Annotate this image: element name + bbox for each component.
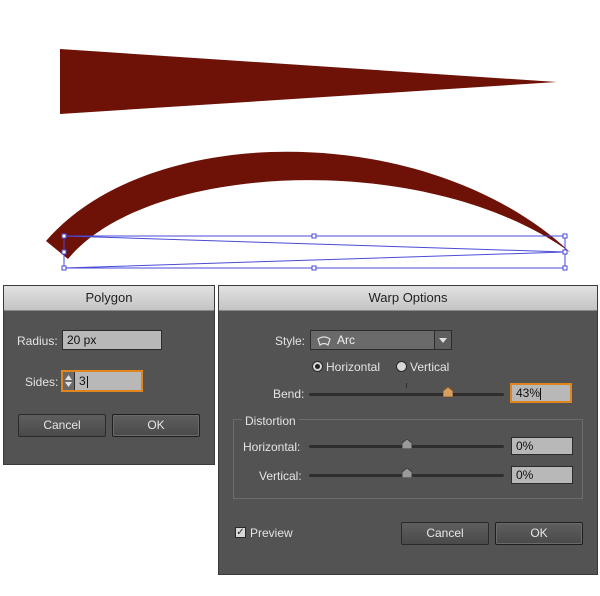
bend-slider-thumb[interactable] (443, 387, 454, 397)
selection-handle[interactable] (562, 265, 568, 271)
polygon-ok-button[interactable]: OK (112, 414, 200, 437)
bend-center-tick (406, 383, 407, 388)
arc-warp-icon (317, 336, 331, 346)
dropdown-button[interactable] (434, 331, 451, 349)
warp-options-dialog: Warp Options Style: Arc Horizontal Verti… (218, 285, 598, 575)
bend-value: 43% (516, 386, 541, 400)
artwork-canvas[interactable] (0, 0, 600, 285)
selection-handle[interactable] (562, 249, 568, 255)
vertical-radio-label[interactable]: Vertical (410, 360, 449, 374)
v-distortion-label: Vertical: (259, 469, 302, 483)
sides-value: 3 (79, 374, 86, 388)
arc-warped-shape[interactable] (46, 151, 571, 259)
selection-handle[interactable] (61, 249, 67, 255)
warp-ok-button[interactable]: OK (495, 522, 583, 545)
preview-label[interactable]: Preview (250, 526, 293, 540)
bend-label: Bend: (273, 387, 305, 401)
distortion-label: Distortion (242, 414, 299, 428)
step-down-icon[interactable] (65, 382, 72, 387)
selection-handle[interactable] (61, 233, 67, 239)
sides-stepper[interactable] (63, 372, 75, 390)
selection-handle[interactable] (61, 265, 67, 271)
step-up-icon[interactable] (65, 375, 72, 380)
h-distortion-field[interactable]: 0% (511, 437, 573, 455)
warp-dialog-title: Warp Options (219, 286, 597, 311)
horizontal-radio-label[interactable]: Horizontal (326, 360, 380, 374)
h-distortion-slider-thumb[interactable] (401, 439, 412, 449)
selection-handle[interactable] (562, 233, 568, 239)
sides-label: Sides: (25, 375, 59, 389)
bend-slider-track[interactable] (309, 393, 504, 396)
polygon-cancel-button[interactable]: Cancel (18, 414, 106, 437)
checkmark-icon: ✓ (236, 527, 245, 538)
horizontal-radio[interactable] (312, 361, 323, 372)
bend-field[interactable]: 43% (511, 384, 571, 402)
selection-handle[interactable] (311, 265, 317, 271)
vertical-radio[interactable] (396, 361, 407, 372)
v-distortion-field[interactable]: 0% (511, 466, 573, 484)
dropdown-arrow-icon (439, 338, 447, 343)
distortion-group (233, 419, 583, 499)
selection-bounding-box[interactable] (61, 233, 568, 271)
polygon-dialog: Polygon Radius: 20 px Sides: 3 Cancel OK (3, 285, 215, 465)
style-value: Arc (337, 333, 355, 347)
v-distortion-slider-thumb[interactable] (401, 468, 412, 478)
h-distortion-label: Horizontal: (243, 440, 301, 454)
triangle-shape[interactable] (60, 49, 557, 114)
warp-cancel-button[interactable]: Cancel (401, 522, 489, 545)
radius-label: Radius: (17, 334, 58, 348)
polygon-dialog-title: Polygon (4, 286, 214, 311)
selection-handle[interactable] (311, 233, 317, 239)
radius-field[interactable]: 20 px (62, 330, 162, 350)
style-dropdown[interactable]: Arc (310, 330, 452, 350)
style-label: Style: (275, 334, 306, 348)
preview-checkbox[interactable]: ✓ (235, 527, 246, 538)
